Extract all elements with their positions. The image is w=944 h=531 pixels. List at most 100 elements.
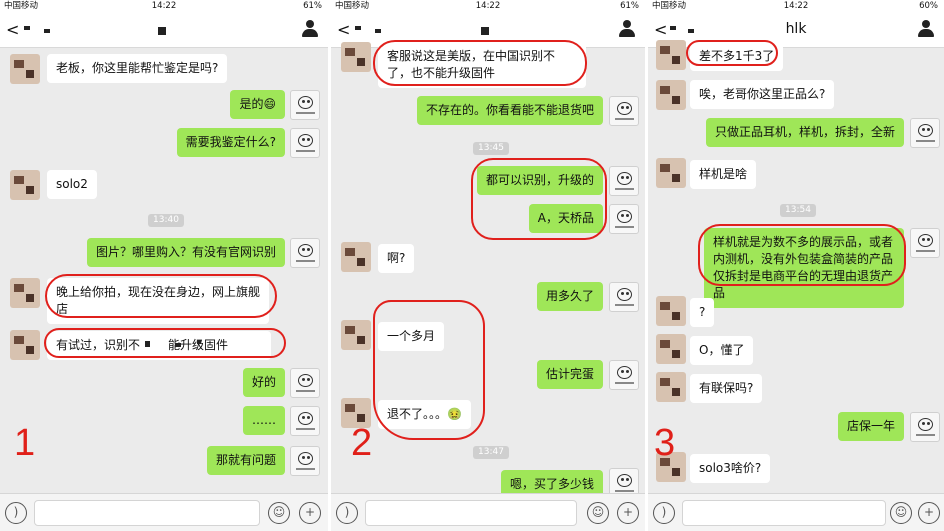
emoji-icon[interactable]: ☺ <box>890 502 912 524</box>
plus-icon[interactable]: + <box>299 502 321 524</box>
pixelated-name <box>44 29 50 33</box>
status-bar: 中国移动 14:22 61% <box>0 0 328 12</box>
timestamp: 13:40 <box>148 214 184 227</box>
contact-avatar[interactable] <box>341 42 371 72</box>
my-avatar[interactable] <box>609 360 639 390</box>
red-annotation-circle <box>373 300 485 440</box>
message-list: 客服说这是美版，在中国识别不了，也不能升级固件 不存在的。你看看能不能退货吧 1… <box>331 40 645 499</box>
red-annotation-circle <box>698 224 906 286</box>
message-bubble[interactable]: 店保一年 <box>837 412 904 441</box>
message-bubble[interactable]: 需要我鉴定什么? <box>176 128 285 157</box>
my-avatar[interactable] <box>290 446 320 476</box>
my-avatar[interactable] <box>609 166 639 196</box>
chat-panel-1: 中国移动 14:22 61% < 老板，你这里能帮忙鉴定是吗? 是的😄 需要我鉴… <box>0 0 328 531</box>
message-bubble[interactable]: 估计完蛋 <box>536 360 603 389</box>
contact-avatar[interactable] <box>656 372 686 402</box>
pixelated-name <box>355 26 361 30</box>
chat-title: hlk <box>785 21 807 37</box>
input-bar: ) ☺ + <box>331 493 645 531</box>
back-button[interactable]: < <box>337 20 350 39</box>
person-icon[interactable] <box>619 19 635 39</box>
message-list: 老板，你这里能帮忙鉴定是吗? 是的😄 需要我鉴定什么? solo2 13:40 … <box>0 48 328 493</box>
person-icon[interactable] <box>918 19 934 39</box>
status-time: 14:22 <box>783 1 809 11</box>
message-bubble[interactable]: 有联保吗? <box>690 374 763 403</box>
message-input[interactable] <box>682 500 886 526</box>
nav-bar: < <box>0 12 328 48</box>
red-annotation-circle <box>45 274 277 318</box>
pixelated-title <box>481 27 489 35</box>
my-avatar[interactable] <box>290 406 320 436</box>
person-icon[interactable] <box>302 19 318 39</box>
timestamp: 13:47 <box>473 446 509 459</box>
message-bubble[interactable]: solo3啥价? <box>690 454 771 483</box>
contact-avatar[interactable] <box>656 296 686 326</box>
red-annotation-circle <box>686 40 778 66</box>
red-annotation-circle <box>44 328 286 358</box>
status-bar: 中国移动 14:22 61% <box>331 0 645 12</box>
input-bar: ) ☺ + <box>648 493 944 531</box>
contact-avatar[interactable] <box>10 170 40 200</box>
message-bubble[interactable]: 样机是啥 <box>690 160 757 189</box>
plus-icon[interactable]: + <box>918 502 940 524</box>
back-button[interactable]: < <box>6 20 19 39</box>
chat-panel-3: 中国移动 14:22 60% < hlk 差不多1千3了 唉，老哥你这里正品么?… <box>648 0 944 531</box>
message-bubble[interactable]: O，懂了 <box>690 336 754 365</box>
red-annotation-circle <box>373 40 587 86</box>
step-number-marker: 1 <box>14 422 36 464</box>
emoji-icon[interactable]: ☺ <box>268 502 290 524</box>
status-bar: 中国移动 14:22 60% <box>648 0 944 12</box>
message-bubble[interactable]: 唉，老哥你这里正品么? <box>690 80 835 109</box>
message-bubble[interactable]: 啊? <box>378 244 415 273</box>
my-avatar[interactable] <box>290 238 320 268</box>
emoji-icon[interactable]: ☺ <box>587 502 609 524</box>
my-avatar[interactable] <box>609 204 639 234</box>
message-bubble[interactable]: 不存在的。你看看能不能退货吧 <box>416 96 603 125</box>
my-avatar[interactable] <box>609 282 639 312</box>
message-input[interactable] <box>34 500 260 526</box>
my-avatar[interactable] <box>910 228 940 258</box>
input-bar: ) ☺ + <box>0 493 328 531</box>
my-avatar[interactable] <box>290 90 320 120</box>
plus-icon[interactable]: + <box>617 502 639 524</box>
battery-label: 61% <box>620 1 639 11</box>
battery-label: 61% <box>303 1 322 11</box>
message-list: 差不多1千3了 唉，老哥你这里正品么? 只做正品耳机，样机，拆封，全新 样机是啥… <box>648 40 944 493</box>
contact-avatar[interactable] <box>656 334 686 364</box>
message-bubble[interactable]: ? <box>690 298 715 327</box>
voice-icon[interactable]: ) <box>5 502 27 524</box>
contact-avatar[interactable] <box>10 330 40 360</box>
battery-label: 60% <box>919 1 938 11</box>
contact-avatar[interactable] <box>656 80 686 110</box>
voice-icon[interactable]: ) <box>653 502 675 524</box>
contact-avatar[interactable] <box>341 242 371 272</box>
message-bubble[interactable]: 老板，你这里能帮忙鉴定是吗? <box>47 54 228 83</box>
my-avatar[interactable] <box>609 96 639 126</box>
chat-panel-2: 中国移动 14:22 61% < 客服说这是美版，在中国识别不了，也不能升级固件… <box>331 0 645 531</box>
voice-icon[interactable]: ) <box>336 502 358 524</box>
message-bubble[interactable]: 是的😄 <box>230 90 285 119</box>
message-bubble[interactable]: 那就有问题 <box>206 446 285 475</box>
message-bubble[interactable]: …… <box>243 406 285 435</box>
message-bubble[interactable]: 只做正品耳机，样机，拆封，全新 <box>705 118 904 147</box>
my-avatar[interactable] <box>290 368 320 398</box>
contact-avatar[interactable] <box>341 320 371 350</box>
my-avatar[interactable] <box>910 412 940 442</box>
pixelated-name <box>375 29 381 33</box>
message-input[interactable] <box>365 500 577 526</box>
contact-avatar[interactable] <box>656 158 686 188</box>
message-bubble[interactable]: solo2 <box>47 170 97 199</box>
pixelated-title <box>158 27 166 35</box>
message-bubble[interactable]: 图片？哪里购入？有没有官网识别 <box>86 238 285 267</box>
message-bubble[interactable]: 好的 <box>242 368 285 397</box>
contact-avatar[interactable] <box>10 278 40 308</box>
my-avatar[interactable] <box>290 128 320 158</box>
contact-avatar[interactable] <box>10 54 40 84</box>
message-bubble[interactable]: 用多久了 <box>536 282 603 311</box>
red-annotation-circle <box>471 158 607 240</box>
my-avatar[interactable] <box>910 118 940 148</box>
status-time: 14:22 <box>475 1 501 11</box>
contact-avatar[interactable] <box>656 40 686 70</box>
timestamp: 13:54 <box>780 204 816 217</box>
step-number-marker: 3 <box>654 422 676 464</box>
